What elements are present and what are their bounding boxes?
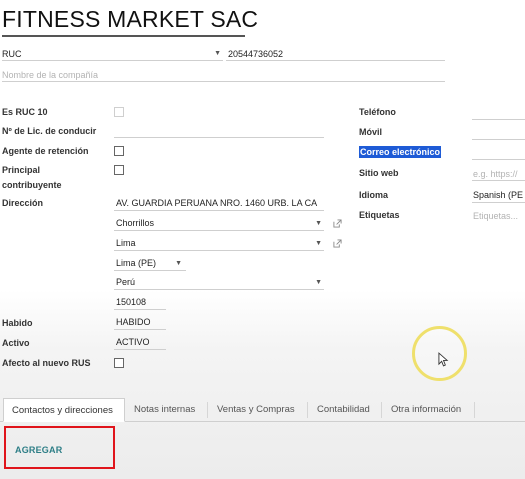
label-direccion: Dirección	[2, 198, 44, 208]
idioma-value: Spanish (PE	[473, 190, 524, 200]
label-agente: Agente de retención	[2, 146, 89, 156]
label-idioma: Idioma	[359, 190, 389, 200]
habido-input[interactable]: HABIDO	[114, 316, 166, 330]
state-select[interactable]: Lima (PE) ▼	[114, 257, 186, 271]
tab-contactos[interactable]: Contactos y direcciones	[3, 398, 125, 422]
label-movil: Móvil	[359, 127, 383, 137]
agente-checkbox[interactable]	[114, 146, 124, 156]
tab-divider	[207, 402, 208, 418]
notebook-tabs: Contactos y direcciones Notas internas V…	[0, 398, 525, 422]
label-afecto-rus: Afecto al nuevo RUS	[2, 358, 91, 368]
company-name[interactable]: FITNESS MARKET SAC	[2, 6, 258, 33]
tab-otra[interactable]: Otra información	[383, 398, 469, 422]
activo-value: ACTIVO	[116, 337, 150, 347]
label-habido: Habido	[2, 318, 33, 328]
country-select[interactable]: Perú ▼	[114, 276, 324, 290]
etiquetas-input[interactable]: Etiquetas...	[472, 209, 525, 223]
tab-contabilidad[interactable]: Contabilidad	[309, 398, 378, 422]
chevron-down-icon: ▼	[315, 279, 322, 286]
es-ruc10-checkbox[interactable]	[114, 107, 124, 117]
doc-type-value: RUC	[2, 49, 22, 59]
province-value: Lima	[116, 238, 136, 248]
habido-value: HABIDO	[116, 317, 151, 327]
sitio-input[interactable]: e.g. https://	[472, 167, 525, 181]
label-sitio: Sitio web	[359, 168, 399, 178]
chevron-down-icon: ▼	[214, 50, 221, 57]
province-select[interactable]: Lima ▼	[114, 237, 324, 251]
label-etiquetas: Etiquetas	[359, 210, 400, 220]
company-name-placeholder: Nombre de la compañía	[2, 70, 99, 80]
chevron-down-icon: ▼	[315, 240, 322, 247]
doc-number-value: 20544736052	[228, 49, 284, 59]
street-value: AV. GUARDIA PERUANA NRO. 1460 URB. LA CA	[116, 198, 318, 208]
telefono-input[interactable]	[472, 106, 525, 120]
company-name-field[interactable]: Nombre de la compañía	[2, 67, 445, 82]
idioma-select[interactable]: Spanish (PE	[472, 189, 525, 203]
sitio-placeholder: e.g. https://	[473, 169, 518, 179]
tab-divider	[307, 402, 308, 418]
add-contact-label: AGREGAR	[15, 445, 63, 455]
label-correo: Correo electrónico	[359, 146, 442, 158]
external-link-icon[interactable]	[333, 219, 342, 228]
correo-input[interactable]	[472, 146, 525, 160]
external-link-icon[interactable]	[333, 239, 342, 248]
activo-input[interactable]: ACTIVO	[114, 336, 166, 350]
district-select[interactable]: Chorrillos ▼	[114, 217, 324, 231]
doc-type-select[interactable]: RUC ▼	[2, 48, 223, 61]
tab-notas[interactable]: Notas internas	[126, 398, 203, 422]
tab-divider	[474, 402, 475, 418]
etiquetas-placeholder: Etiquetas...	[473, 211, 519, 221]
label-es-ruc10: Es RUC 10	[2, 107, 48, 117]
country-value: Perú	[116, 277, 136, 287]
label-principal-1: Principal	[2, 165, 41, 175]
movil-input[interactable]	[472, 126, 525, 140]
tab-divider	[381, 402, 382, 418]
tab-ventas[interactable]: Ventas y Compras	[209, 398, 303, 422]
add-contact-button[interactable]: AGREGAR	[4, 426, 115, 469]
street-input[interactable]: AV. GUARDIA PERUANA NRO. 1460 URB. LA CA	[114, 197, 324, 211]
district-value: Chorrillos	[116, 218, 155, 228]
mouse-pointer-icon	[438, 352, 449, 367]
principal-checkbox[interactable]	[114, 165, 124, 175]
chevron-down-icon: ▼	[315, 220, 322, 227]
label-licencia: Nº de Lic. de conducir	[2, 126, 97, 136]
label-activo: Activo	[2, 338, 30, 348]
afecto-rus-checkbox[interactable]	[114, 358, 124, 368]
state-value: Lima (PE)	[116, 258, 157, 268]
zip-input[interactable]: 150108	[114, 296, 166, 310]
doc-number-input[interactable]: 20544736052	[226, 48, 445, 61]
company-name-underline	[2, 35, 245, 37]
label-principal-2: contribuyente	[2, 180, 62, 190]
label-telefono: Teléfono	[359, 107, 396, 117]
zip-value: 150108	[116, 297, 147, 307]
licencia-input[interactable]	[114, 126, 324, 138]
chevron-down-icon: ▼	[175, 260, 182, 267]
